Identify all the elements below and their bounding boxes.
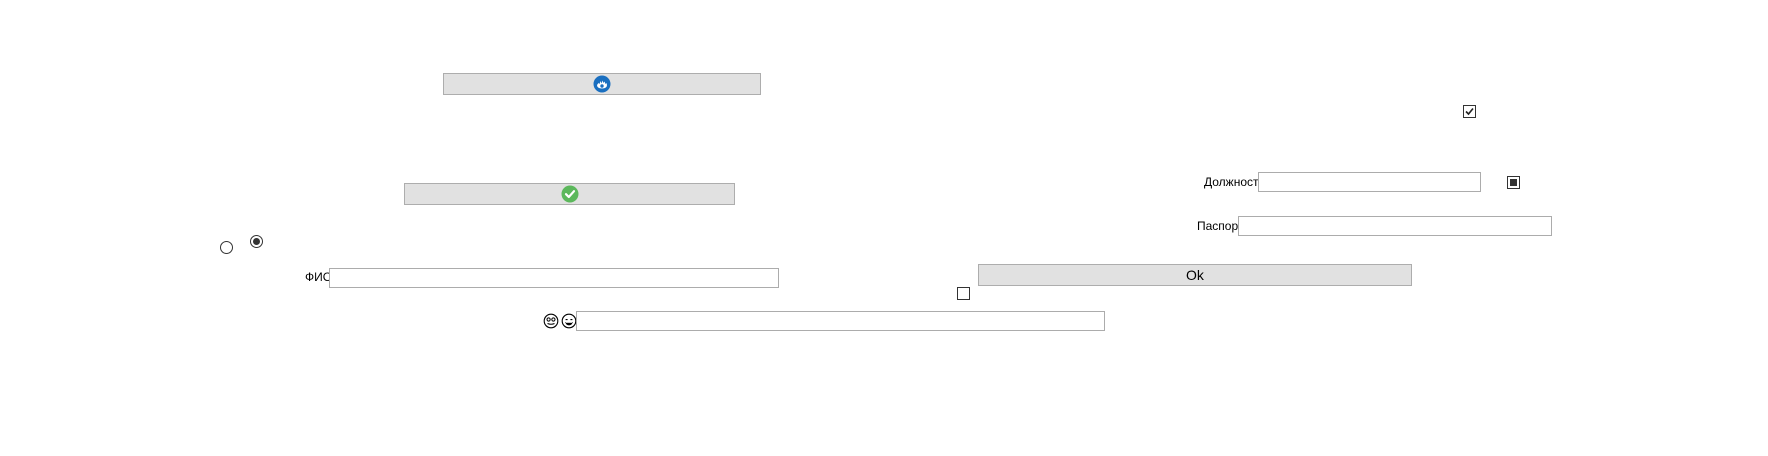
radio-selected-dot xyxy=(253,238,260,245)
confirm-icon-button[interactable] xyxy=(404,183,735,205)
checkmark-icon xyxy=(1465,107,1474,116)
radio-option-right[interactable] xyxy=(250,235,263,248)
logo-button[interactable] xyxy=(443,73,761,95)
neutral-face-icon[interactable] xyxy=(543,313,559,329)
position-input[interactable] xyxy=(1258,172,1481,192)
indeterminate-checkbox[interactable] xyxy=(1507,176,1520,189)
position-label: Должность xyxy=(1204,175,1265,189)
passport-label: Паспорт xyxy=(1197,219,1244,233)
checked-checkbox[interactable] xyxy=(1463,105,1476,118)
grinning-face-icon[interactable] xyxy=(561,313,577,329)
unchecked-checkbox[interactable] xyxy=(957,287,970,300)
emoji-text-input[interactable] xyxy=(576,311,1105,331)
passport-input[interactable] xyxy=(1238,216,1552,236)
green-check-circle-icon xyxy=(561,185,579,203)
radio-option-left[interactable] xyxy=(220,241,233,254)
fio-input[interactable] xyxy=(329,268,779,288)
ok-button[interactable]: Ok xyxy=(978,264,1412,286)
blue-circle-logo-icon xyxy=(593,75,611,93)
indeterminate-fill xyxy=(1510,179,1517,186)
